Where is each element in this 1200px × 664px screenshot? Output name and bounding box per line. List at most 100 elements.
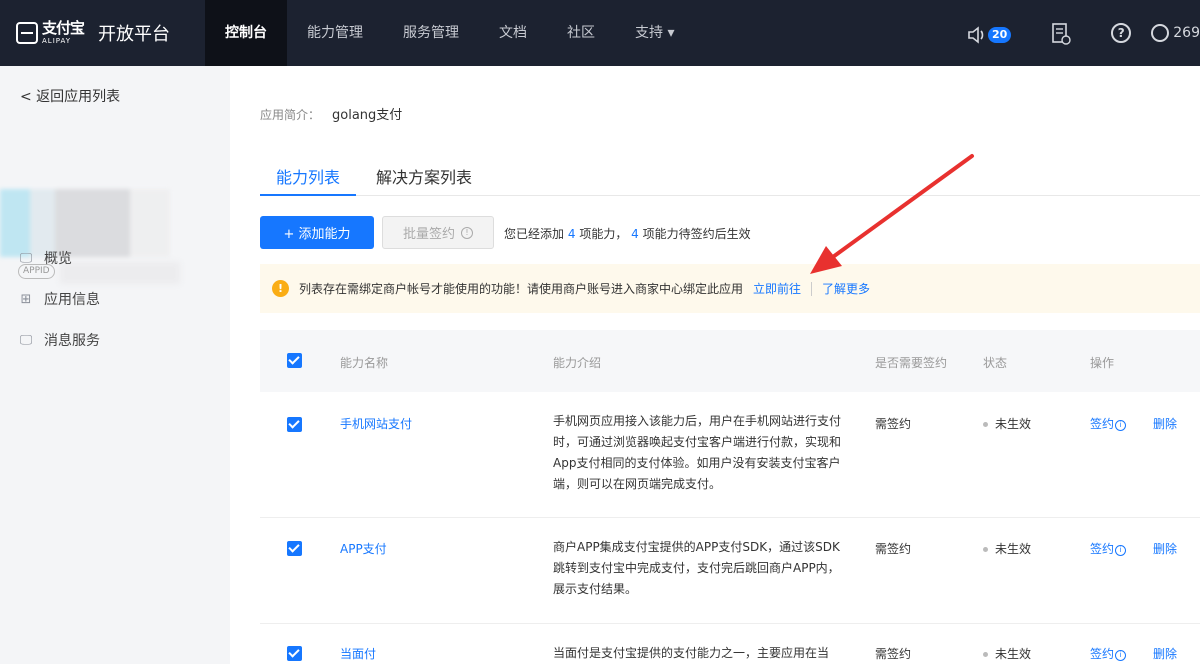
capability-desc: 商户APP集成支付宝提供的APP支付SDK，通过该SDK 跳转到支付宝中完成支付… [553,540,840,596]
sign-link[interactable]: 签约 i [1090,415,1127,432]
warning-icon: ! [272,280,289,297]
status-text: 未生效 [995,647,1032,661]
nav-community[interactable]: 社区 [547,0,615,66]
capability-name-link[interactable]: 当面付 [340,645,376,662]
sign-label: 签约 [1090,542,1115,556]
row-checkbox[interactable] [287,646,302,661]
sidebar-item-message-service[interactable]: 🖵 消息服务 [18,330,100,350]
sign-link[interactable]: 签约 i [1090,540,1127,557]
table-row: APP支付 商户APP集成支付宝提供的APP支付SDK，通过该SDK 跳转到支付… [260,518,1200,623]
avatar-icon [1151,24,1170,42]
status-text: 未生效 [995,542,1032,556]
brand-en: ALIPAY [42,37,72,45]
pending-count: 4 [631,227,639,241]
brand-name: 支付宝 ALIPAY [42,19,85,45]
delete-link[interactable]: 删除 [1153,540,1177,557]
intro-value: golang支付 [332,108,403,123]
row-checkbox[interactable] [287,541,302,556]
capability-desc: 当面付是支付宝提供的支付能力之一，主要应用在当 [553,646,830,660]
sidebar-item-app-info[interactable]: ⊞ 应用信息 [18,289,100,309]
added-post: 项能力待签约后生效 [642,227,751,241]
tasks-button[interactable] [1051,21,1071,46]
monitor-icon: 🖵 [19,250,33,266]
go-now-link[interactable]: 立即前往 [753,280,801,297]
sign-label: 签约 [1090,417,1115,431]
sidebar-item-label: 应用信息 [44,292,100,308]
status-text: 未生效 [995,417,1032,431]
info-icon: i [1115,420,1127,431]
nav-console[interactable]: 控制台 [205,0,287,66]
status: 未生效 [983,540,1031,557]
col-name: 能力名称 [340,356,389,370]
notice-text: 列表存在需绑定商户帐号才能使用的功能！请使用商户账号进入商家中心绑定此应用 [299,282,744,296]
document-clock-icon [1052,23,1071,45]
added-count: 4 [567,227,576,241]
status: 未生效 [983,645,1031,662]
main-content: 应用简介： golang支付 能力列表 解决方案列表 + 添加能力 批量签约 ! … [230,66,1200,664]
status-dot [983,422,988,427]
added-summary: 您已经添加 4 项能力， 4 项能力待签约后生效 [504,225,751,242]
nav-capability-management[interactable]: 能力管理 [287,0,383,66]
brand-title: 开放平台 [98,24,171,45]
back-to-app-list-link[interactable]: < 返回应用列表 [20,86,120,106]
delete-link[interactable]: 删除 [1153,415,1177,432]
tab-solution-list[interactable]: 解决方案列表 [376,164,472,196]
brand[interactable]: 支付宝 ALIPAY 开放平台 [0,0,205,66]
sidebar-item-label: 消息服务 [44,333,100,349]
help-icon[interactable]: ? [1111,23,1132,43]
nav-docs[interactable]: 文档 [479,0,547,66]
col-ops: 操作 [1090,356,1115,370]
table-row: 手机网站支付 手机网页应用接入该能力后，用户在手机网站进行支付时，可通过浏览器唤… [260,392,1200,517]
info-icon: i [1115,650,1127,661]
speaker-icon [968,25,984,44]
learn-more-link[interactable]: 了解更多 [822,280,870,297]
capability-name-link[interactable]: APP支付 [340,540,387,557]
info-icon: i [1115,545,1127,556]
nav-service-management[interactable]: 服务管理 [383,0,479,66]
notice-banner: ! 列表存在需绑定商户帐号才能使用的功能！请使用商户账号进入商家中心绑定此应用 … [260,264,1200,313]
batch-sign-label: 批量签约 [402,227,455,242]
row-checkbox[interactable] [287,417,302,432]
capability-desc: 手机网页应用接入该能力后，用户在手机网站进行支付时，可通过浏览器唤起支付宝客户端… [553,414,842,491]
added-pre: 您已经添加 [504,227,565,241]
sign-label: 签约 [1090,647,1115,661]
tabs: 能力列表 解决方案列表 [260,164,1200,196]
col-desc: 能力介绍 [553,356,602,370]
select-all-checkbox[interactable] [287,353,302,368]
message-icon: 🖵 [19,332,33,348]
grid-icon: ⊞ [20,291,32,307]
user-menu[interactable]: 269 [1151,24,1200,42]
sign-required: 需签约 [875,542,912,556]
added-mid: 项能力， [579,227,628,241]
info-icon: ! [461,226,473,239]
app-id-blurred [60,262,180,284]
sidebar-item-overview[interactable]: 🖵 概览 [18,248,72,268]
col-sign: 是否需要签约 [875,356,948,370]
divider [811,281,813,296]
intro-label: 应用简介： [260,108,321,122]
notification-button[interactable]: 20 [967,21,1012,45]
status: 未生效 [983,415,1031,432]
sidebar: < 返回应用列表 APPID 🖵 概览 ⊞ 应用信息 🖵 消息服务 [0,66,230,664]
capability-name-link[interactable]: 手机网站支付 [340,415,412,432]
nav-support[interactable]: 支持 ▾ [615,0,694,66]
status-dot [983,652,988,657]
tab-capability-list[interactable]: 能力列表 [260,164,357,196]
notification-badge: 20 [987,26,1012,43]
sign-required: 需签约 [875,647,912,661]
sign-required: 需签约 [875,417,912,431]
col-status: 状态 [983,356,1008,370]
status-dot [983,547,988,552]
alipay-logo-icon [16,22,38,44]
table-row: 当面付 当面付是支付宝提供的支付能力之一，主要应用在当 需签约 未生效 签约 i … [260,624,1200,664]
app-intro: 应用简介： golang支付 [260,104,402,123]
batch-sign-button[interactable]: 批量签约 ! [382,216,494,249]
brand-cn: 支付宝 [42,19,85,37]
top-nav: 支付宝 ALIPAY 开放平台 控制台 能力管理 服务管理 文档 社区 支持 ▾… [0,0,1200,66]
app-name-blurred [0,189,170,257]
table-header: 能力名称 能力介绍 是否需要签约 状态 操作 [260,330,1200,392]
sign-link[interactable]: 签约 i [1090,645,1127,662]
add-capability-button[interactable]: + 添加能力 [260,216,374,249]
red-arrow-annotation [810,154,974,274]
delete-link[interactable]: 删除 [1153,645,1177,662]
